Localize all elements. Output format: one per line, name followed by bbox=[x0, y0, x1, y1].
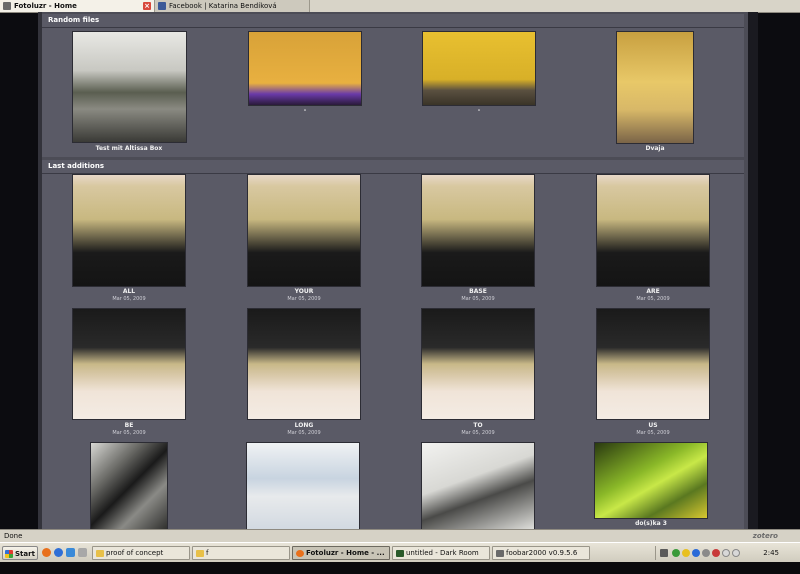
tab-label: Fotoluzr - Home bbox=[14, 2, 77, 10]
photo-thumbnail-are[interactable] bbox=[597, 175, 709, 286]
windows-logo-icon bbox=[5, 550, 13, 558]
task-label: f bbox=[206, 549, 209, 557]
photo-date: Mar 05, 2009 bbox=[287, 430, 321, 436]
photo-caption[interactable]: do(s)ka 3 bbox=[586, 520, 716, 527]
photo-date: Mar 05, 2009 bbox=[461, 296, 495, 302]
task-fotoluzr-home[interactable]: Fotoluzr - Home - ... bbox=[292, 546, 390, 560]
photo-thumbnail-yellow-wall[interactable] bbox=[249, 32, 361, 105]
task-label: proof of concept bbox=[106, 549, 164, 557]
folder-icon bbox=[196, 550, 204, 557]
fotoluzr-icon bbox=[3, 2, 11, 10]
photo-date: Mar 05, 2009 bbox=[112, 296, 146, 302]
system-tray: 2:45 bbox=[655, 546, 799, 560]
random-files-section: Random files Test mit Altissa Box - - Dv… bbox=[42, 14, 744, 157]
tray-bluetooth-icon[interactable] bbox=[692, 549, 700, 557]
photo-thumbnail-road[interactable] bbox=[73, 32, 186, 142]
photo-caption[interactable]: - bbox=[240, 107, 370, 114]
task-proof-of-concept[interactable]: proof of concept bbox=[92, 546, 190, 560]
windows-taskbar: Start proof of concept f Fotoluzr - Home… bbox=[0, 542, 800, 563]
photo-thumbnail-be[interactable] bbox=[73, 309, 185, 419]
photo-date: Mar 05, 2009 bbox=[112, 430, 146, 436]
facebook-icon bbox=[158, 2, 166, 10]
photo-caption[interactable]: Dvaja bbox=[590, 145, 720, 152]
photo-thumbnail-your[interactable] bbox=[248, 175, 360, 286]
photo-date: Mar 05, 2009 bbox=[636, 296, 670, 302]
photo-caption[interactable]: LONG bbox=[239, 422, 369, 429]
folder-icon bbox=[96, 550, 104, 557]
desktop-quicklaunch-icon[interactable] bbox=[66, 548, 75, 557]
darkroom-icon bbox=[396, 550, 404, 557]
tray-display-icon[interactable] bbox=[722, 549, 730, 557]
app-quicklaunch-icon[interactable] bbox=[78, 548, 87, 557]
last-additions-section: Last additions ALL Mar 05, 2009 YOUR Mar… bbox=[42, 160, 744, 529]
photo-thumbnail-doska-3[interactable] bbox=[595, 443, 707, 518]
close-tab-icon[interactable]: × bbox=[143, 2, 151, 10]
photo-caption[interactable]: BE bbox=[64, 422, 194, 429]
tab-label: Facebook | Katarina Bendíková bbox=[169, 2, 277, 10]
tray-alert-icon[interactable] bbox=[682, 549, 690, 557]
photo-date: Mar 05, 2009 bbox=[636, 430, 670, 436]
browser-quicklaunch-icon[interactable] bbox=[54, 548, 63, 557]
page-viewport: Random files Test mit Altissa Box - - Dv… bbox=[38, 12, 748, 529]
task-label: untitled - Dark Room bbox=[406, 549, 479, 557]
task-label: foobar2000 v0.9.5.6 bbox=[506, 549, 578, 557]
photo-caption[interactable]: - bbox=[414, 107, 544, 114]
photo-date: Mar 05, 2009 bbox=[287, 296, 321, 302]
foobar-icon bbox=[496, 550, 504, 557]
tray-security-icon[interactable] bbox=[712, 549, 720, 557]
photo-thumbnail-long[interactable] bbox=[248, 309, 360, 419]
task-foobar2000[interactable]: foobar2000 v0.9.5.6 bbox=[492, 546, 590, 560]
start-label: Start bbox=[15, 550, 35, 558]
photo-thumbnail-tree[interactable] bbox=[422, 443, 534, 529]
photo-caption[interactable]: ARE bbox=[588, 288, 718, 295]
photo-thumbnail-yellow-shutters[interactable] bbox=[423, 32, 535, 105]
monitor-bezel bbox=[0, 562, 800, 574]
task-label: Fotoluzr - Home - ... bbox=[306, 549, 385, 557]
taskbar-clock[interactable]: 2:45 bbox=[763, 546, 779, 560]
task-f[interactable]: f bbox=[192, 546, 290, 560]
photo-date: Mar 05, 2009 bbox=[461, 430, 495, 436]
photo-caption[interactable]: US bbox=[588, 422, 718, 429]
tray-app-icon[interactable] bbox=[660, 549, 668, 557]
photo-thumbnail-base[interactable] bbox=[422, 175, 534, 286]
task-dark-room[interactable]: untitled - Dark Room bbox=[392, 546, 490, 560]
tray-network-icon[interactable] bbox=[672, 549, 680, 557]
photo-thumbnail-dvaja[interactable] bbox=[617, 32, 693, 143]
photo-thumbnail-building[interactable] bbox=[91, 443, 167, 529]
photo-thumbnail-couple-snow[interactable] bbox=[247, 443, 359, 529]
firefox-quicklaunch-icon[interactable] bbox=[42, 548, 51, 557]
tray-power-icon[interactable] bbox=[732, 549, 740, 557]
photo-thumbnail-all[interactable] bbox=[73, 175, 185, 286]
photo-caption[interactable]: ALL bbox=[64, 288, 194, 295]
section-title: Random files bbox=[48, 16, 100, 24]
photo-caption[interactable]: TO bbox=[413, 422, 543, 429]
browser-status-bar: Done zotero bbox=[0, 529, 800, 543]
photo-caption[interactable]: BASE bbox=[413, 288, 543, 295]
tab-facebook[interactable]: Facebook | Katarina Bendíková bbox=[155, 0, 310, 12]
tray-volume-icon[interactable] bbox=[702, 549, 710, 557]
photo-caption[interactable]: YOUR bbox=[239, 288, 369, 295]
section-title: Last additions bbox=[48, 162, 104, 170]
photo-thumbnail-to[interactable] bbox=[422, 309, 534, 419]
start-button[interactable]: Start bbox=[2, 546, 38, 560]
firefox-icon bbox=[296, 550, 304, 557]
tab-fotoluzr-home[interactable]: Fotoluzr - Home × bbox=[0, 0, 155, 12]
page-scrollbar[interactable] bbox=[748, 12, 758, 529]
photo-caption[interactable]: Test mit Altissa Box bbox=[64, 145, 194, 152]
photo-thumbnail-us[interactable] bbox=[597, 309, 709, 419]
